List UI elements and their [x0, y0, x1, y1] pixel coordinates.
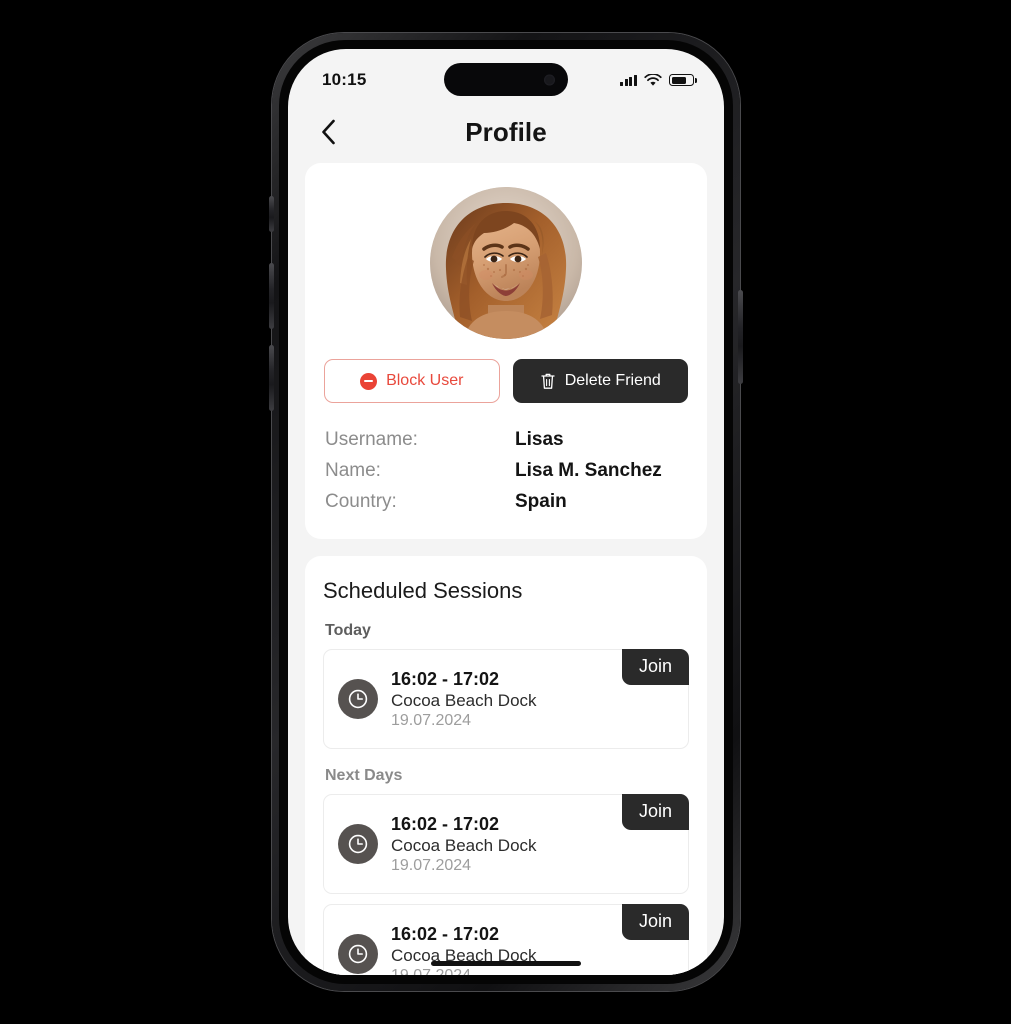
- avatar-container: [323, 187, 689, 339]
- session-date: 19.07.2024: [391, 856, 472, 874]
- scheduled-sessions-card: Scheduled Sessions Today 16:02 - 17:02 C…: [305, 556, 707, 975]
- session-details: 16:02 - 17:02 Cocoa Beach Dock 19.07.202…: [391, 814, 537, 875]
- home-indicator[interactable]: [431, 961, 581, 966]
- profile-info-list: Username: Lisas Name: Lisa M. Sanchez Co…: [323, 429, 689, 513]
- volume-down-button[interactable]: [269, 345, 274, 411]
- profile-info-row-name: Name: Lisa M. Sanchez: [325, 460, 687, 482]
- session-time: 16:02 - 17:02: [391, 813, 500, 834]
- clock-icon: [338, 679, 378, 719]
- session-details: 16:02 - 17:02 Cocoa Beach Dock 19.07.202…: [391, 924, 537, 976]
- profile-actions: Block User Delete Friend: [323, 359, 689, 403]
- clock-icon: [338, 824, 378, 864]
- delete-friend-label: Delete Friend: [564, 372, 661, 389]
- session-details: 16:02 - 17:02 Cocoa Beach Dock 19.07.202…: [391, 669, 537, 730]
- user-avatar-photo: [430, 187, 582, 339]
- clock-icon: [338, 934, 378, 974]
- session-place: Cocoa Beach Dock: [391, 690, 537, 710]
- chevron-left-icon: [321, 119, 335, 145]
- session-item[interactable]: 16:02 - 17:02 Cocoa Beach Dock 19.07.202…: [323, 794, 689, 894]
- session-time: 16:02 - 17:02: [391, 923, 500, 944]
- back-button[interactable]: [310, 114, 346, 150]
- join-button[interactable]: Join: [621, 649, 689, 685]
- avatar: [430, 187, 582, 339]
- country-value: Spain: [515, 491, 567, 512]
- scroll-content[interactable]: Block User Delete Friend Username: Lisas: [288, 163, 724, 975]
- volume-up-button[interactable]: [269, 263, 274, 329]
- username-value: Lisas: [515, 429, 564, 450]
- username-label: Username:: [325, 429, 418, 450]
- status-indicators: [620, 73, 697, 87]
- power-button[interactable]: [738, 290, 743, 384]
- profile-card: Block User Delete Friend Username: Lisas: [305, 163, 707, 539]
- dynamic-island: [444, 63, 568, 96]
- profile-info-row-username: Username: Lisas: [325, 429, 687, 451]
- session-group-label-next-days: Next Days: [325, 767, 403, 784]
- front-camera-icon: [544, 74, 555, 85]
- name-value: Lisa M. Sanchez: [515, 460, 662, 481]
- session-group-label-today: Today: [325, 622, 371, 639]
- session-place: Cocoa Beach Dock: [391, 835, 537, 855]
- screenshot-stage: 10:15 Profile Block User Delete Friend U…: [0, 0, 1011, 1024]
- block-user-button[interactable]: Block User: [324, 359, 500, 403]
- status-time: 10:15: [322, 70, 367, 89]
- page-title: Profile: [465, 116, 547, 147]
- phone-screen: 10:15 Profile Block User Delete Friend U…: [288, 49, 724, 975]
- cellular-signal-icon: [620, 74, 637, 86]
- join-button[interactable]: Join: [621, 794, 689, 830]
- scheduled-sessions-title: Scheduled Sessions: [323, 578, 523, 603]
- session-date: 19.07.2024: [391, 711, 472, 729]
- trash-icon: [541, 373, 555, 389]
- navigation-bar: Profile: [288, 101, 724, 163]
- session-item[interactable]: 16:02 - 17:02 Cocoa Beach Dock 19.07.202…: [323, 649, 689, 749]
- session-time: 16:02 - 17:02: [391, 668, 500, 689]
- block-user-label: Block User: [386, 372, 464, 389]
- profile-info-row-country: Country: Spain: [325, 491, 687, 513]
- delete-friend-button[interactable]: Delete Friend: [512, 359, 688, 403]
- join-button[interactable]: Join: [621, 904, 689, 940]
- battery-icon: [669, 74, 697, 86]
- session-date: 19.07.2024: [391, 966, 472, 976]
- name-label: Name:: [325, 460, 381, 481]
- silent-switch[interactable]: [269, 196, 274, 232]
- wifi-icon: [644, 73, 662, 86]
- country-label: Country:: [325, 491, 397, 512]
- block-circle-minus-icon: [360, 372, 378, 390]
